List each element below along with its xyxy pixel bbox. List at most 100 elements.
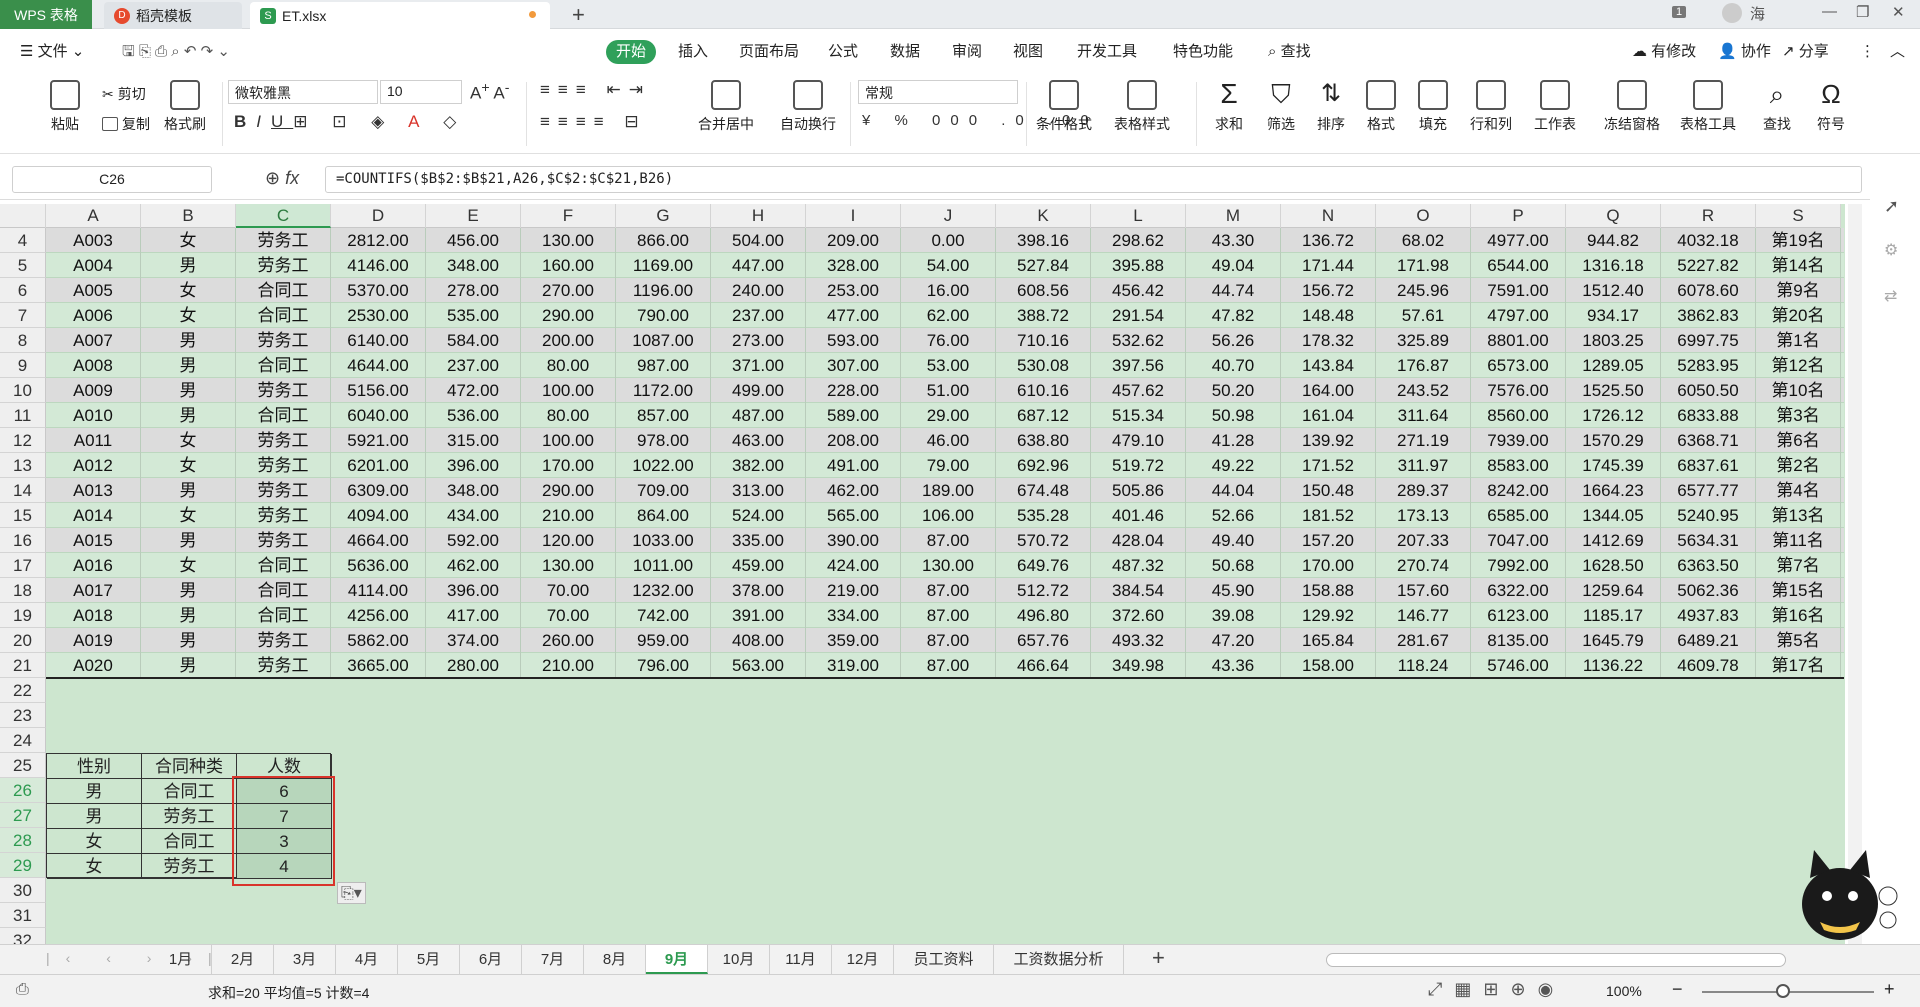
row-header[interactable]: 28	[0, 828, 46, 853]
cell-K8[interactable]: 710.16	[996, 328, 1091, 353]
cell-G16[interactable]: 1033.00	[616, 528, 711, 553]
row-header[interactable]: 4	[0, 228, 46, 253]
sheet-tab[interactable]: 11月	[770, 945, 832, 974]
cell-L15[interactable]: 401.46	[1091, 503, 1186, 528]
cell-G20[interactable]: 959.00	[616, 628, 711, 653]
summary-cell[interactable]: 女	[47, 829, 142, 854]
cell-S15[interactable]: 第13名	[1756, 503, 1841, 528]
cell-N18[interactable]: 158.88	[1281, 578, 1376, 603]
cell-C13[interactable]: 劳务工	[236, 453, 331, 478]
cell-M20[interactable]: 47.20	[1186, 628, 1281, 653]
cell-P13[interactable]: 8583.00	[1471, 453, 1566, 478]
cell-C14[interactable]: 劳务工	[236, 478, 331, 503]
cell-J5[interactable]: 54.00	[901, 253, 996, 278]
cell-C6[interactable]: 合同工	[236, 278, 331, 303]
file-menu[interactable]: ☰ 文件 ⌄	[10, 40, 94, 64]
summary-cell[interactable]: 劳务工	[142, 854, 237, 879]
cell-N9[interactable]: 143.84	[1281, 353, 1376, 378]
workspace-badge[interactable]: 1	[1672, 6, 1687, 18]
cell-O15[interactable]: 173.13	[1376, 503, 1471, 528]
cell-D17[interactable]: 5636.00	[331, 553, 426, 578]
cell-J20[interactable]: 87.00	[901, 628, 996, 653]
cell-P15[interactable]: 6585.00	[1471, 503, 1566, 528]
cell-L16[interactable]: 428.04	[1091, 528, 1186, 553]
cell-F4[interactable]: 130.00	[521, 228, 616, 253]
cell-E18[interactable]: 396.00	[426, 578, 521, 603]
tab-insert[interactable]: 插入	[668, 40, 718, 64]
cell-B9[interactable]: 男	[141, 353, 236, 378]
cell-K21[interactable]: 466.64	[996, 653, 1091, 678]
row-header[interactable]: 31	[0, 903, 46, 928]
cell-E8[interactable]: 584.00	[426, 328, 521, 353]
row-header[interactable]: 20	[0, 628, 46, 653]
cell-F11[interactable]: 80.00	[521, 403, 616, 428]
cell-F16[interactable]: 120.00	[521, 528, 616, 553]
zoom-formula-icon[interactable]: ⊕	[265, 168, 280, 188]
font-style-buttons[interactable]: BIU⊞ ⊡ ◈ A ◇	[234, 112, 466, 132]
cell-R12[interactable]: 6368.71	[1661, 428, 1756, 453]
cell-P6[interactable]: 7591.00	[1471, 278, 1566, 303]
restore-icon[interactable]: ❐	[1856, 3, 1869, 21]
fx-icon[interactable]: fx	[285, 168, 299, 188]
cell-O14[interactable]: 289.37	[1376, 478, 1471, 503]
cell-L10[interactable]: 457.62	[1091, 378, 1186, 403]
cell-B20[interactable]: 男	[141, 628, 236, 653]
cell-O8[interactable]: 325.89	[1376, 328, 1471, 353]
column-header-F[interactable]: F	[521, 204, 616, 228]
cell-E10[interactable]: 472.00	[426, 378, 521, 403]
summary-cell[interactable]: 6	[237, 779, 332, 804]
cell-S7[interactable]: 第20名	[1756, 303, 1841, 328]
cell-B4[interactable]: 女	[141, 228, 236, 253]
tab-home[interactable]: 开始	[606, 40, 657, 64]
cell-N15[interactable]: 181.52	[1281, 503, 1376, 528]
cell-B21[interactable]: 男	[141, 653, 236, 678]
sheet-tab[interactable]: 10月	[708, 945, 770, 974]
cell-C12[interactable]: 劳务工	[236, 428, 331, 453]
cell-L19[interactable]: 372.60	[1091, 603, 1186, 628]
cell-S6[interactable]: 第9名	[1756, 278, 1841, 303]
cell-S14[interactable]: 第4名	[1756, 478, 1841, 503]
modified-status[interactable]: ☁ 有修改	[1622, 40, 1706, 64]
avatar[interactable]	[1722, 3, 1742, 23]
cell-C21[interactable]: 劳务工	[236, 653, 331, 678]
row-header[interactable]: 6	[0, 278, 46, 303]
minimize-icon[interactable]: —	[1822, 3, 1837, 20]
cell-H21[interactable]: 563.00	[711, 653, 806, 678]
column-header-H[interactable]: H	[711, 204, 806, 228]
cell-G19[interactable]: 742.00	[616, 603, 711, 628]
summary-header-cell[interactable]: 性别	[47, 754, 142, 779]
cell-N7[interactable]: 148.48	[1281, 303, 1376, 328]
paste-options-icon[interactable]: ⎘▾	[337, 882, 366, 904]
cell-I10[interactable]: 228.00	[806, 378, 901, 403]
sheet-tab[interactable]: 工资数据分析	[994, 945, 1124, 974]
column-header-R[interactable]: R	[1661, 204, 1756, 228]
cell-H4[interactable]: 504.00	[711, 228, 806, 253]
collapse-ribbon-icon[interactable]: ︿	[1880, 40, 1915, 64]
cell-G4[interactable]: 866.00	[616, 228, 711, 253]
cell-E19[interactable]: 417.00	[426, 603, 521, 628]
row-header[interactable]: 18	[0, 578, 46, 603]
cell-L9[interactable]: 397.56	[1091, 353, 1186, 378]
sheet-tab[interactable]: 7月	[522, 945, 584, 974]
row-header[interactable]: 15	[0, 503, 46, 528]
cell-M18[interactable]: 45.90	[1186, 578, 1281, 603]
cell-A15[interactable]: A014	[46, 503, 141, 528]
column-header-O[interactable]: O	[1376, 204, 1471, 228]
cell-M5[interactable]: 49.04	[1186, 253, 1281, 278]
cell-R13[interactable]: 6837.61	[1661, 453, 1756, 478]
column-header-I[interactable]: I	[806, 204, 901, 228]
horizontal-scrollbar[interactable]	[1326, 953, 1786, 967]
cell-E4[interactable]: 456.00	[426, 228, 521, 253]
fill-button[interactable]: 填充	[1418, 80, 1448, 134]
summary-header-cell[interactable]: 人数	[237, 754, 332, 779]
summary-cell[interactable]: 3	[237, 829, 332, 854]
cell-S17[interactable]: 第7名	[1756, 553, 1841, 578]
cell-G8[interactable]: 1087.00	[616, 328, 711, 353]
pointer-icon[interactable]: ➚	[1884, 196, 1899, 217]
cell-P8[interactable]: 8801.00	[1471, 328, 1566, 353]
cell-Q15[interactable]: 1344.05	[1566, 503, 1661, 528]
cell-J17[interactable]: 130.00	[901, 553, 996, 578]
cell-N17[interactable]: 170.00	[1281, 553, 1376, 578]
cell-O21[interactable]: 118.24	[1376, 653, 1471, 678]
cell-K16[interactable]: 570.72	[996, 528, 1091, 553]
